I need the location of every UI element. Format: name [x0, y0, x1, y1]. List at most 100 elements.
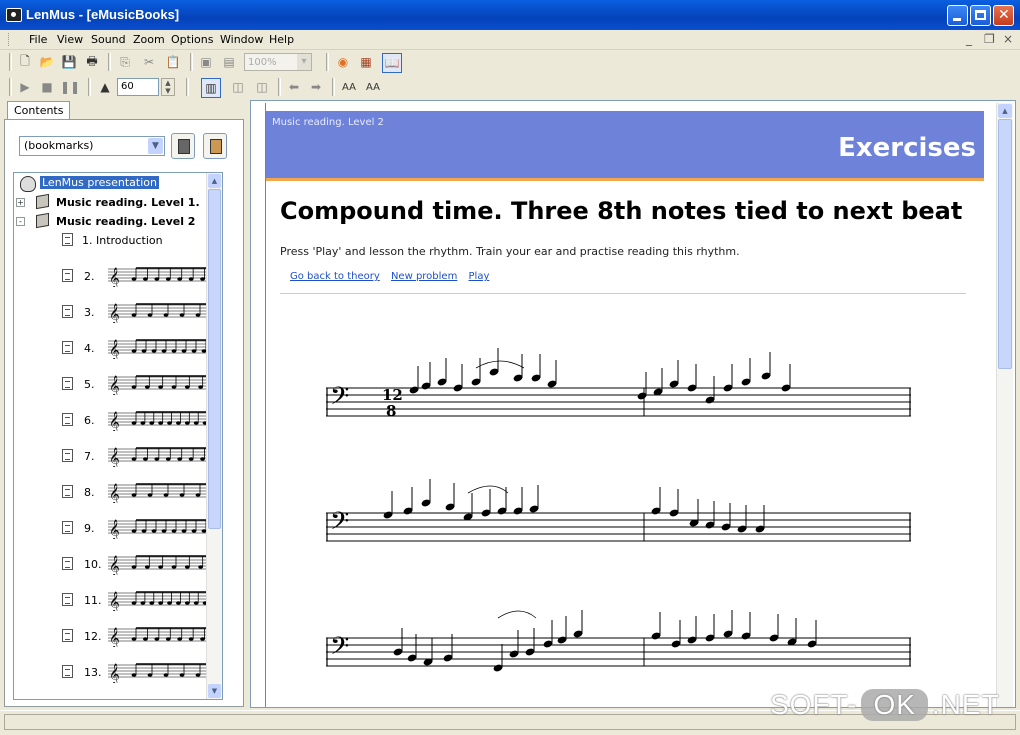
go-back-to-theory-link[interactable]: Go back to theory — [290, 271, 380, 282]
header-divider — [266, 178, 984, 181]
save-icon[interactable]: 💾 — [60, 53, 78, 71]
rhythm-thumbnail: 𝄞 — [108, 407, 218, 433]
settings-icon[interactable]: ▦ — [357, 53, 375, 71]
open-book-icon — [36, 212, 49, 229]
add-bookmark-button[interactable] — [171, 133, 195, 159]
content-scrollbar[interactable]: ▲ — [996, 103, 1013, 707]
maximize-button[interactable] — [970, 5, 991, 26]
score-line-3[interactable]: 𝄢 — [326, 598, 936, 698]
pause-icon[interactable]: ❚❚ — [60, 78, 80, 96]
score-line-2[interactable]: 𝄢 — [326, 473, 936, 573]
score-line-1[interactable]: 𝄢 12 8 — [326, 348, 936, 448]
menu-file[interactable]: File — [29, 33, 47, 46]
rhythm-thumbnail: 𝄞 — [108, 659, 218, 685]
page-header: Music reading. Level 2 Exercises — [266, 111, 984, 178]
scroll-down-icon[interactable]: ▼ — [208, 684, 221, 698]
page-next-icon[interactable]: ◫ — [253, 78, 271, 96]
new-file-icon[interactable]: 🗋 — [16, 53, 34, 71]
contents-tree[interactable]: LenMus presentation + Music reading. Lev… — [13, 172, 223, 700]
menu-sound[interactable]: Sound — [91, 33, 126, 46]
section-title: Exercises — [838, 133, 976, 163]
time-signature-bottom: 8 — [386, 402, 396, 420]
new-problem-link[interactable]: New problem — [391, 271, 457, 282]
bass-clef-icon: 𝄢 — [330, 382, 349, 417]
rhythm-thumbnail: 𝄞 — [108, 587, 218, 613]
toggle-panel-icon[interactable]: ▥ — [201, 78, 221, 98]
menu-view[interactable]: View — [57, 33, 83, 46]
rhythm-thumbnail: 𝄞 — [108, 443, 218, 469]
divider — [280, 293, 966, 294]
expand-icon[interactable]: + — [16, 198, 25, 207]
menu-window[interactable]: Window — [220, 33, 263, 46]
open-folder-icon[interactable]: 📂 — [38, 53, 56, 71]
tree-scrollbar[interactable]: ▲ ▼ — [206, 173, 222, 699]
svg-text:𝄞: 𝄞 — [109, 304, 120, 323]
tempo-spinner[interactable]: ▲ ▼ — [161, 78, 175, 96]
font-smaller-button[interactable]: AA — [362, 78, 384, 96]
back-arrow-icon[interactable]: ⬅ — [285, 78, 303, 96]
svg-text:𝄞: 𝄞 — [109, 448, 120, 467]
tab-contents[interactable]: Contents — [7, 101, 71, 119]
menu-bar: File View Sound Zoom Options Window Help… — [0, 30, 1020, 50]
close-button[interactable]: ✕ — [993, 5, 1014, 26]
window-title: LenMus - [eMusicBooks] — [26, 7, 180, 22]
chevron-down-icon[interactable]: ▼ — [148, 138, 163, 154]
scroll-thumb[interactable] — [208, 189, 221, 529]
zoom-combo[interactable]: 100% ▾ — [244, 53, 312, 71]
rhythm-thumbnail: 𝄞 — [108, 299, 218, 325]
paste-icon[interactable]: 📋 — [164, 53, 182, 71]
rhythm-thumbnail: 𝄞 — [108, 551, 218, 577]
cut-icon[interactable]: ✂ — [140, 53, 158, 71]
page-icon — [62, 629, 73, 642]
mdi-minimize-icon[interactable]: _ — [966, 32, 972, 46]
zoom-fit-icon[interactable]: ▣ — [197, 53, 215, 71]
metronome-icon[interactable]: ▲ — [96, 78, 114, 96]
remove-bookmark-button[interactable] — [203, 133, 227, 159]
page-icon — [62, 521, 73, 534]
play-icon[interactable]: ▶ — [16, 78, 34, 96]
rhythm-thumbnail: 𝄞 — [108, 479, 218, 505]
collapse-icon[interactable]: - — [16, 217, 25, 226]
bookmarks-select[interactable]: (bookmarks) ▼ — [19, 136, 165, 156]
tempo-input[interactable]: 60 — [117, 78, 159, 96]
svg-text:𝄞: 𝄞 — [109, 556, 120, 575]
chevron-down-icon[interactable]: ▾ — [297, 54, 311, 70]
menu-grip — [8, 33, 11, 46]
stop-icon[interactable]: ■ — [38, 78, 56, 96]
minimize-button[interactable] — [947, 5, 968, 26]
svg-text:𝄞: 𝄞 — [109, 664, 120, 683]
sound-icon[interactable]: ◉ — [334, 53, 352, 71]
ebook-icon[interactable]: 📖 — [382, 53, 402, 73]
scroll-up-icon[interactable]: ▲ — [208, 174, 221, 188]
menu-help[interactable]: Help — [269, 33, 294, 46]
scroll-thumb[interactable] — [998, 119, 1012, 369]
mdi-close-icon[interactable]: × — [1003, 32, 1013, 46]
svg-text:𝄞: 𝄞 — [109, 412, 120, 431]
page-prev-icon[interactable]: ◫ — [229, 78, 247, 96]
page-icon — [62, 233, 73, 246]
forward-arrow-icon[interactable]: ➡ — [307, 78, 325, 96]
bass-clef-icon: 𝄢 — [330, 632, 349, 667]
menu-options[interactable]: Options — [171, 33, 213, 46]
page-title: Compound time. Three 8th notes tied to n… — [280, 197, 963, 225]
scroll-up-icon[interactable]: ▲ — [998, 104, 1012, 118]
mdi-restore-icon[interactable]: ❐ — [984, 32, 995, 46]
rhythm-thumbnail: 𝄞 — [108, 263, 218, 289]
eye-icon — [20, 176, 36, 192]
svg-text:𝄞: 𝄞 — [109, 592, 120, 611]
rhythm-thumbnail: 𝄞 — [108, 695, 218, 699]
title-bar[interactable]: LenMus - [eMusicBooks] ✕ — [0, 0, 1020, 30]
svg-text:𝄞: 𝄞 — [109, 268, 120, 287]
content-frame: Music reading. Level 2 Exercises Compoun… — [250, 100, 1016, 708]
bookmark-remove-icon — [210, 139, 222, 154]
zoom-page-icon[interactable]: ▤ — [220, 53, 238, 71]
play-link[interactable]: Play — [469, 271, 490, 282]
svg-text:𝄞: 𝄞 — [109, 376, 120, 395]
page-icon — [62, 341, 73, 354]
copy-icon[interactable]: ⎘ — [116, 53, 134, 71]
print-icon[interactable]: 🖶 — [83, 53, 101, 71]
menu-zoom[interactable]: Zoom — [133, 33, 165, 46]
app-icon[interactable] — [6, 8, 22, 22]
page-icon — [62, 557, 73, 570]
font-larger-button[interactable]: AA — [338, 78, 360, 96]
